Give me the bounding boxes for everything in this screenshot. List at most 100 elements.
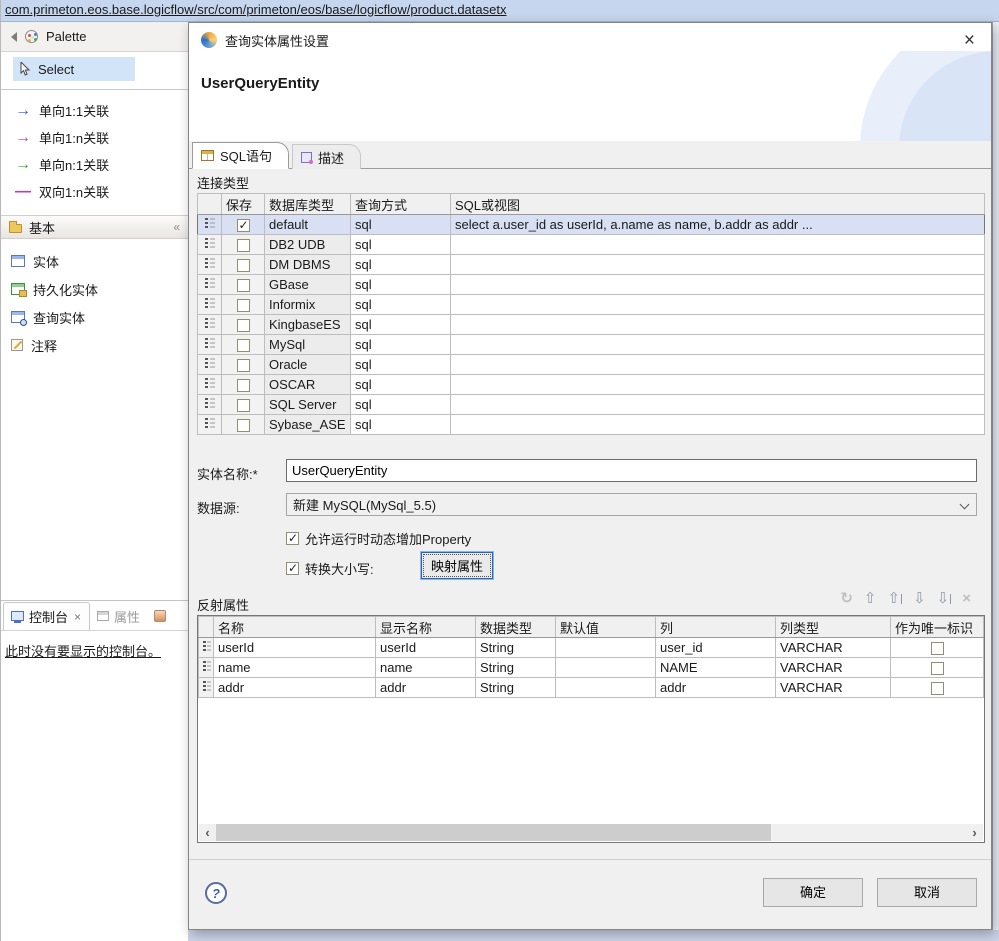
row-handle-icon[interactable] bbox=[199, 638, 214, 658]
db-type-cell[interactable]: MySql bbox=[265, 335, 351, 355]
prop-default-cell[interactable] bbox=[556, 638, 656, 658]
row-handle-icon[interactable] bbox=[199, 678, 214, 698]
tab-properties[interactable]: 属性 bbox=[90, 602, 147, 630]
saved-checkbox[interactable] bbox=[237, 399, 250, 412]
saved-cell[interactable] bbox=[222, 335, 265, 355]
saved-checkbox[interactable] bbox=[237, 299, 250, 312]
tab-console[interactable]: 控制台 × bbox=[3, 602, 90, 630]
saved-checkbox[interactable] bbox=[237, 419, 250, 432]
saved-checkbox[interactable] bbox=[237, 239, 250, 252]
query-mode-cell[interactable]: sql bbox=[351, 315, 451, 335]
db-type-cell[interactable]: default bbox=[265, 215, 351, 235]
allow-dynamic-checkbox[interactable] bbox=[286, 532, 299, 545]
row-handle-icon[interactable] bbox=[198, 395, 222, 415]
prop-name-cell[interactable]: addr bbox=[214, 678, 376, 698]
palette-relation-item[interactable]: → 单向n:1关联 bbox=[15, 151, 188, 178]
palette-tool-item[interactable]: 实体 bbox=[11, 247, 188, 275]
db-type-cell[interactable]: Sybase_ASE bbox=[265, 415, 351, 435]
prop-type-cell[interactable]: String bbox=[476, 658, 556, 678]
sql-view-cell[interactable] bbox=[451, 295, 985, 315]
db-type-cell[interactable]: Oracle bbox=[265, 355, 351, 375]
sql-table-row[interactable]: MySql sql bbox=[198, 335, 985, 355]
entity-name-input[interactable] bbox=[286, 459, 977, 482]
saved-cell[interactable] bbox=[222, 395, 265, 415]
saved-cell[interactable] bbox=[222, 355, 265, 375]
pin-palette-icon[interactable]: « bbox=[173, 220, 180, 234]
prop-unique-cell[interactable] bbox=[891, 658, 984, 678]
prop-column-cell[interactable]: NAME bbox=[656, 658, 776, 678]
cancel-button[interactable]: 取消 bbox=[877, 878, 977, 907]
prop-name-cell[interactable]: userId bbox=[214, 638, 376, 658]
close-console-tab-icon[interactable]: × bbox=[73, 610, 82, 624]
query-mode-cell[interactable]: sql bbox=[351, 415, 451, 435]
prop-coltype-cell[interactable]: VARCHAR bbox=[776, 638, 891, 658]
reflect-header-cell[interactable]: 数据类型 bbox=[476, 617, 556, 638]
prop-display-cell[interactable]: userId bbox=[376, 638, 476, 658]
saved-checkbox[interactable] bbox=[237, 259, 250, 272]
sql-table-row[interactable]: OSCAR sql bbox=[198, 375, 985, 395]
query-mode-cell[interactable]: sql bbox=[351, 335, 451, 355]
query-mode-cell[interactable]: sql bbox=[351, 395, 451, 415]
query-mode-cell[interactable]: sql bbox=[351, 295, 451, 315]
sql-view-cell[interactable] bbox=[451, 355, 985, 375]
help-button[interactable]: ? bbox=[205, 882, 227, 904]
scrollbar-track[interactable] bbox=[216, 824, 966, 841]
prop-default-cell[interactable] bbox=[556, 658, 656, 678]
db-type-cell[interactable]: GBase bbox=[265, 275, 351, 295]
close-dialog-icon[interactable]: × bbox=[964, 31, 975, 50]
datasource-dropdown[interactable]: 新建 MySQL(MySql_5.5) bbox=[286, 493, 977, 516]
row-handle-icon[interactable] bbox=[198, 215, 222, 235]
prop-coltype-cell[interactable]: VARCHAR bbox=[776, 678, 891, 698]
sql-table-row[interactable]: SQL Server sql bbox=[198, 395, 985, 415]
row-handle-icon[interactable] bbox=[198, 375, 222, 395]
reflect-table-row[interactable]: userId userId String user_id VARCHAR bbox=[199, 638, 984, 658]
row-handle-icon[interactable] bbox=[198, 335, 222, 355]
query-mode-cell[interactable]: sql bbox=[351, 375, 451, 395]
sql-table-header-cell[interactable]: 数据库类型 bbox=[265, 194, 351, 215]
horizontal-scrollbar[interactable]: ‹ › bbox=[199, 824, 983, 841]
db-type-cell[interactable]: SQL Server bbox=[265, 395, 351, 415]
move-down-icon[interactable]: ⇩ bbox=[913, 591, 926, 606]
sql-table-row[interactable]: Sybase_ASE sql bbox=[198, 415, 985, 435]
tab-clipped[interactable] bbox=[147, 602, 173, 630]
sql-table-row[interactable]: Informix sql bbox=[198, 295, 985, 315]
ok-button[interactable]: 确定 bbox=[763, 878, 863, 907]
convert-case-checkbox[interactable] bbox=[286, 562, 299, 575]
db-type-cell[interactable]: DM DBMS bbox=[265, 255, 351, 275]
move-top-icon[interactable]: ⇧ bbox=[888, 591, 903, 606]
sql-table-row[interactable]: DM DBMS sql bbox=[198, 255, 985, 275]
collapse-palette-icon[interactable] bbox=[11, 32, 17, 42]
prop-type-cell[interactable]: String bbox=[476, 678, 556, 698]
delete-icon[interactable]: × bbox=[962, 591, 971, 606]
row-handle-icon[interactable] bbox=[198, 315, 222, 335]
query-mode-cell[interactable]: sql bbox=[351, 235, 451, 255]
saved-checkbox[interactable] bbox=[237, 219, 250, 232]
saved-cell[interactable] bbox=[222, 375, 265, 395]
row-handle-icon[interactable] bbox=[198, 255, 222, 275]
reflect-table-row[interactable]: name name String NAME VARCHAR bbox=[199, 658, 984, 678]
prop-display-cell[interactable]: name bbox=[376, 658, 476, 678]
saved-checkbox[interactable] bbox=[237, 339, 250, 352]
sql-view-cell[interactable] bbox=[451, 255, 985, 275]
dialog-tab[interactable]: SQL语句 bbox=[192, 142, 289, 169]
query-mode-cell[interactable]: sql bbox=[351, 275, 451, 295]
reflect-table-row[interactable]: addr addr String addr VARCHAR bbox=[199, 678, 984, 698]
palette-relation-item[interactable]: — 双向1:n关联 bbox=[15, 178, 188, 205]
sql-table-header-cell[interactable]: 查询方式 bbox=[351, 194, 451, 215]
saved-cell[interactable] bbox=[222, 315, 265, 335]
sql-view-cell[interactable] bbox=[451, 375, 985, 395]
reflect-header-cell[interactable]: 显示名称 bbox=[376, 617, 476, 638]
db-type-cell[interactable]: KingbaseES bbox=[265, 315, 351, 335]
saved-checkbox[interactable] bbox=[237, 359, 250, 372]
db-type-cell[interactable]: DB2 UDB bbox=[265, 235, 351, 255]
sql-table-row[interactable]: Oracle sql bbox=[198, 355, 985, 375]
unique-checkbox[interactable] bbox=[931, 662, 944, 675]
prop-name-cell[interactable]: name bbox=[214, 658, 376, 678]
unique-checkbox[interactable] bbox=[931, 682, 944, 695]
saved-cell[interactable] bbox=[222, 215, 265, 235]
prop-unique-cell[interactable] bbox=[891, 678, 984, 698]
saved-checkbox[interactable] bbox=[237, 279, 250, 292]
row-handle-icon[interactable] bbox=[198, 295, 222, 315]
row-handle-icon[interactable] bbox=[198, 415, 222, 435]
palette-item-select[interactable]: Select bbox=[13, 57, 135, 81]
